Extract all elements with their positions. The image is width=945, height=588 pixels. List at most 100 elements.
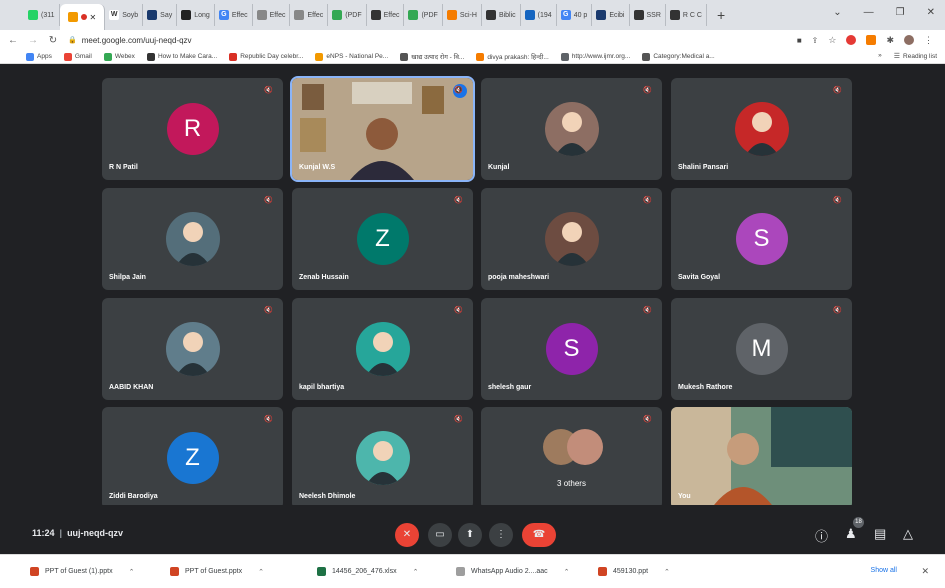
tab-label: R C C bbox=[682, 11, 702, 19]
download-item[interactable]: WhatsApp Audio 2....aac ⌃ bbox=[456, 567, 570, 576]
browser-tab[interactable]: Effec bbox=[290, 4, 329, 26]
close-window-button[interactable]: ✕ bbox=[927, 7, 935, 18]
tab-label: Long bbox=[194, 11, 210, 19]
extensions-puzzle-icon[interactable]: ✱ bbox=[886, 35, 894, 46]
participant-tile[interactable]: 🔇 Shilpa Jain bbox=[102, 188, 283, 290]
download-item[interactable]: 459130.ppt ⌃ bbox=[598, 567, 670, 576]
participant-tile[interactable]: 3 others 🔇 bbox=[481, 407, 662, 509]
browser-tab[interactable]: ✕ bbox=[59, 4, 106, 30]
mic-off-icon: 🔇 bbox=[643, 87, 652, 94]
download-item[interactable]: PPT of Guest (1).pptx ⌃ bbox=[30, 567, 134, 576]
extension-icon[interactable] bbox=[866, 35, 877, 45]
bookmark-item[interactable]: Webex bbox=[103, 52, 135, 61]
chevron-up-icon[interactable]: ⌃ bbox=[664, 568, 670, 576]
bookmark-item[interactable]: divya prakash: हिन्दी... bbox=[476, 52, 549, 61]
participant-photo-avatar bbox=[544, 102, 599, 156]
mic-off-button[interactable]: ✕ bbox=[395, 523, 419, 547]
participant-tile[interactable]: 🔇 AABID KHAN bbox=[102, 298, 283, 400]
camera-indicator-icon[interactable]: ■ bbox=[797, 36, 802, 45]
bookmark-item[interactable]: http://www.ijmr.org... bbox=[560, 52, 630, 61]
bookmark-item[interactable]: Category:Medical a... bbox=[642, 52, 715, 61]
download-item[interactable]: 14456_206_476.xlsx ⌃ bbox=[317, 567, 419, 576]
participant-tile[interactable]: ⁞ 🔇 Kunjal W.S bbox=[290, 76, 475, 182]
tab-search-icon[interactable]: ⌄ bbox=[833, 7, 841, 18]
participant-tile[interactable]: S 🔇 Savita Goyal bbox=[671, 188, 852, 290]
maximize-button[interactable]: ❐ bbox=[896, 7, 905, 18]
profile-avatar[interactable] bbox=[904, 35, 914, 45]
browser-tab[interactable]: (194 bbox=[521, 4, 557, 26]
participant-tile[interactable]: 🔇 Kunjal bbox=[481, 78, 662, 180]
browser-tab[interactable]: Ecibi bbox=[592, 4, 630, 26]
participant-name: kapil bhartiya bbox=[299, 384, 345, 391]
info-icon[interactable]: ⓘ bbox=[815, 526, 828, 545]
participant-tile[interactable]: 🔇 Neelesh Dhimole bbox=[292, 407, 473, 509]
share-icon[interactable]: ⇪ bbox=[812, 36, 819, 45]
bookmark-star-icon[interactable]: ☆ bbox=[828, 35, 836, 46]
browser-tab[interactable]: G 40 p bbox=[557, 4, 593, 26]
close-downloads-icon[interactable]: ✕ bbox=[921, 566, 929, 577]
menu-kebab-icon[interactable]: ⋮ bbox=[924, 35, 933, 46]
browser-tab[interactable]: (PDF bbox=[404, 4, 443, 26]
others-label: 3 others bbox=[557, 479, 586, 488]
activities-icon[interactable]: △ bbox=[903, 526, 913, 542]
bookmark-item[interactable]: Gmail bbox=[63, 52, 92, 61]
forward-icon[interactable]: → bbox=[26, 35, 40, 46]
bookmark-item[interactable]: Apps bbox=[26, 52, 52, 61]
extension-icon[interactable] bbox=[846, 35, 857, 45]
browser-tab[interactable]: Biblic bbox=[482, 4, 521, 26]
show-all-downloads-link[interactable]: Show all bbox=[871, 567, 897, 574]
meeting-code: uuj-neqd-qzv bbox=[67, 528, 124, 538]
bookmark-label: Republic Day celebr... bbox=[240, 53, 304, 60]
participant-tile[interactable]: R 🔇 R N Patil bbox=[102, 78, 283, 180]
chevron-up-icon[interactable]: ⌃ bbox=[258, 568, 264, 576]
bookmark-label: Apps bbox=[37, 53, 52, 60]
participant-tile[interactable]: 🔇 Shalini Pansari bbox=[671, 78, 852, 180]
tab-favicon-icon bbox=[147, 10, 158, 20]
bookmark-favicon-icon bbox=[560, 52, 569, 61]
more-options-button[interactable]: ⋮ bbox=[489, 523, 513, 547]
browser-tab[interactable]: Effec bbox=[367, 4, 405, 26]
chevron-up-icon[interactable]: ⌃ bbox=[413, 568, 419, 576]
browser-tab[interactable]: Say bbox=[143, 4, 178, 26]
close-tab-icon[interactable]: ✕ bbox=[90, 13, 97, 22]
back-icon[interactable]: ← bbox=[6, 35, 20, 46]
bookmark-favicon-icon bbox=[26, 52, 34, 61]
reading-list-button[interactable]: ☰ Reading list bbox=[894, 52, 937, 61]
download-item[interactable]: PPT of Guest.pptx ⌃ bbox=[170, 567, 264, 576]
camera-button[interactable]: ▭ bbox=[428, 523, 452, 547]
participant-tile[interactable]: 🔇 pooja maheshwari bbox=[481, 188, 662, 290]
tab-label: Effec bbox=[269, 11, 286, 19]
window-controls: ⌄ — ❐ ✕ bbox=[833, 7, 935, 18]
chevron-up-icon[interactable]: ⌃ bbox=[129, 568, 135, 576]
new-tab-button[interactable]: + bbox=[707, 7, 735, 23]
reload-icon[interactable]: ↻ bbox=[46, 35, 60, 46]
chat-icon[interactable]: ▤ bbox=[874, 526, 886, 542]
browser-tab[interactable]: Sci-H bbox=[443, 4, 482, 26]
browser-tab[interactable]: W Soyb bbox=[105, 4, 144, 26]
url-field[interactable]: 🔒 meet.google.com/uuj-neqd-qzv bbox=[68, 32, 797, 48]
browser-tab[interactable]: G Effec bbox=[215, 4, 253, 26]
browser-tab[interactable]: Long bbox=[177, 4, 215, 26]
participant-tile[interactable]: S 🔇 shelesh gaur bbox=[481, 298, 662, 400]
participant-tile[interactable]: Z 🔇 Zenab Hussain bbox=[292, 188, 473, 290]
bookmark-item[interactable]: Republic Day celebr... bbox=[229, 52, 304, 61]
participant-tile[interactable]: M 🔇 Mukesh Rathore bbox=[671, 298, 852, 400]
browser-tab[interactable]: SSR bbox=[630, 4, 666, 26]
present-button[interactable]: ⬆ bbox=[458, 523, 482, 547]
more-bookmarks-icon[interactable]: » bbox=[878, 52, 882, 60]
bookmark-item[interactable]: खाद्य उत्पाद रोग - वि... bbox=[400, 52, 464, 61]
minimize-button[interactable]: — bbox=[864, 7, 874, 18]
browser-tab[interactable]: (311 bbox=[24, 4, 60, 26]
bookmark-item[interactable]: How to Make Cara... bbox=[146, 52, 217, 61]
browser-tab[interactable]: (PDF bbox=[328, 4, 367, 26]
browser-tab[interactable]: Effec bbox=[253, 4, 291, 26]
participant-tile[interactable]: Z 🔇 Ziddi Barodiya bbox=[102, 407, 283, 509]
participant-tile[interactable]: You bbox=[671, 407, 852, 509]
browser-tab[interactable]: R C C bbox=[666, 4, 707, 26]
participant-tile[interactable]: 🔇 kapil bhartiya bbox=[292, 298, 473, 400]
leave-call-button[interactable]: ☎ bbox=[522, 523, 556, 547]
participant-avatar: Z bbox=[166, 432, 219, 484]
chevron-up-icon[interactable]: ⌃ bbox=[564, 568, 570, 576]
bookmark-item[interactable]: eNPS - National Pe... bbox=[315, 52, 388, 61]
people-icon[interactable]: ♟ bbox=[845, 526, 857, 542]
